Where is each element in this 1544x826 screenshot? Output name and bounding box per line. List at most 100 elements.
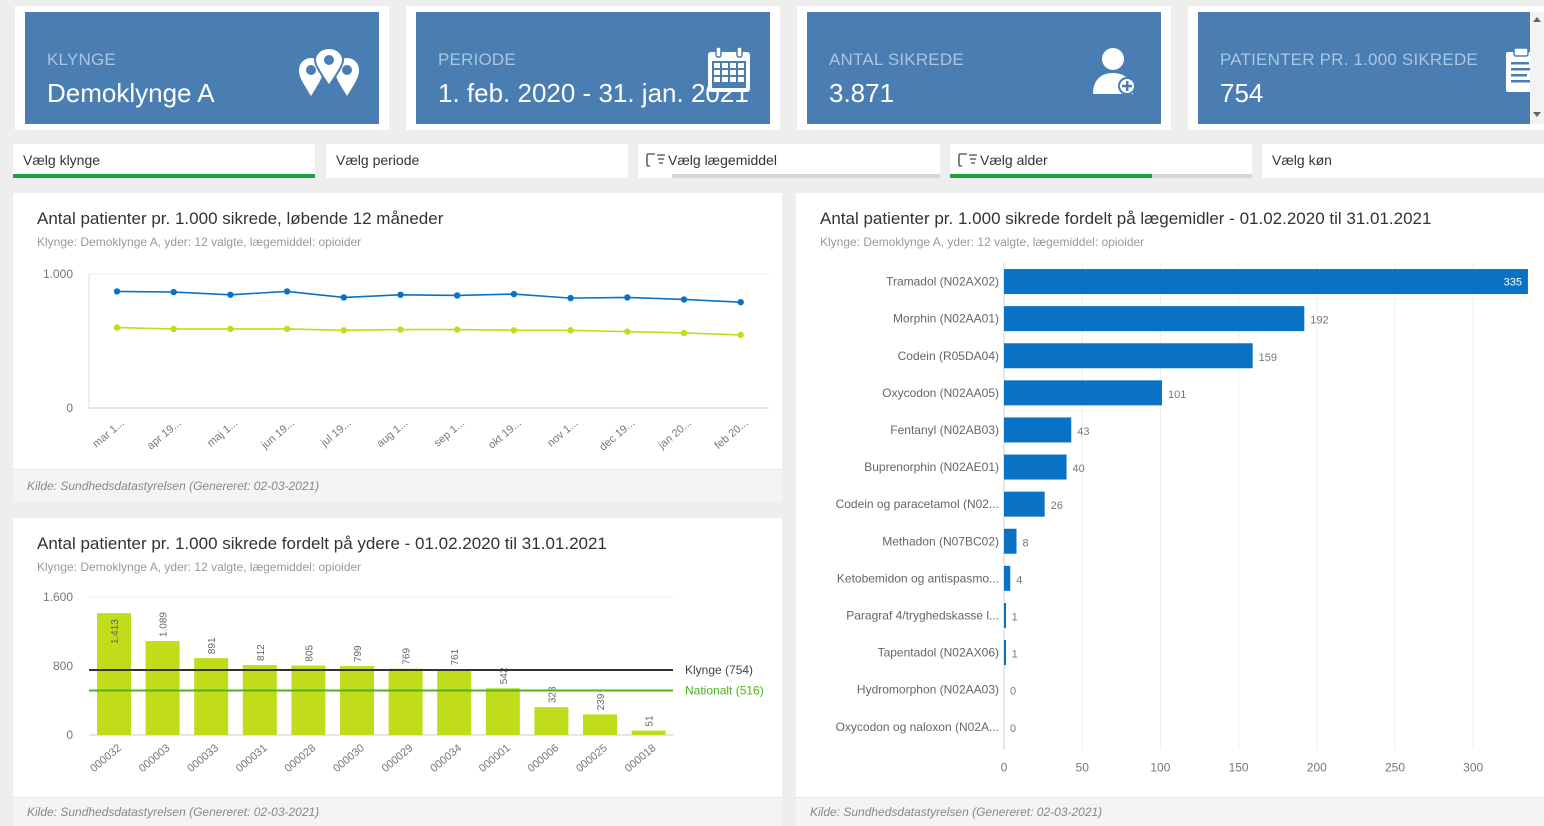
bar: [1004, 343, 1253, 369]
line-chart: 1.000 0 mar 1... apr 19... maj 1... jun 19...…: [43, 267, 769, 453]
map-pins-icon: [297, 47, 361, 105]
bar: [583, 714, 617, 735]
x-tick-label: 0: [1001, 760, 1008, 774]
source-note: Kilde: Sundhedsdatastyrelsen (Genereret:…: [27, 805, 320, 819]
filter-koen[interactable]: Vælg køn: [1262, 144, 1544, 178]
data-point: [737, 298, 744, 306]
kpi-card-patienter: PATIENTER PR. 1.000 SIKREDE 754: [1188, 6, 1544, 130]
bar: [242, 664, 277, 735]
bar: [1004, 602, 1006, 628]
filter-alder[interactable]: Vælg alder: [950, 144, 1252, 178]
drug-bar-chart: 05010015020025030035Tramadol (N02AX02)33…: [836, 263, 1528, 774]
bar: [534, 707, 569, 735]
panel-footer: Kilde: Sundhedsdatastyrelsen (Genereret:…: [796, 797, 1544, 826]
category-label: Codein og paracetamol (N02...: [836, 497, 999, 511]
source-note: Kilde: Sundhedsdatastyrelsen (Genereret:…: [27, 479, 320, 493]
kpi-tile[interactable]: ANTAL SIKREDE 3.871: [807, 12, 1161, 124]
kpi-card-antal-sikrede: ANTAL SIKREDE 3.871: [797, 6, 1171, 130]
bar-value-label: 4: [1016, 574, 1022, 586]
kpi-value: 754: [1220, 78, 1264, 108]
x-tick-label: 200: [1307, 760, 1327, 774]
data-point: [397, 326, 404, 333]
bar-value-label: 891: [207, 637, 218, 654]
data-point: [113, 288, 121, 295]
filter-klynge[interactable]: Vælg klynge: [13, 144, 315, 178]
data-point: [624, 294, 631, 301]
bar-value-label: 159: [1259, 352, 1277, 364]
filter-icon: [958, 152, 978, 171]
filter-label: Vælg lægemiddel: [668, 152, 777, 168]
data-point: [567, 294, 574, 302]
x-tick-label: sep 1...: [432, 417, 467, 449]
category-label: Oxycodon og naloxon (N02A...: [836, 720, 999, 734]
kpi-value: Demoklynge A: [47, 78, 215, 108]
calendar-icon: [706, 46, 752, 99]
x-tick-label: 100: [1150, 760, 1170, 774]
kpi-label: PATIENTER PR. 1.000 SIKREDE: [1220, 50, 1478, 69]
filter-progress-fill: [950, 174, 1152, 178]
bar: [1004, 640, 1006, 666]
data-point: [340, 294, 347, 301]
bar-value-label: 0: [1010, 723, 1016, 735]
bar: [145, 641, 180, 735]
data-point: [340, 327, 347, 334]
bar: [1004, 269, 1528, 295]
x-tick-label: 150: [1229, 760, 1249, 774]
filter-laegemiddel[interactable]: Vælg lægemiddel: [638, 144, 940, 178]
reference-line-label: Nationalt (516): [685, 683, 764, 697]
bar: [485, 688, 520, 735]
bar: [1004, 380, 1162, 406]
bar: [340, 666, 374, 735]
panel-footer: Kilde: Sundhedsdatastyrelsen (Genereret:…: [13, 797, 782, 826]
category-label: Ketobemidon og antispasmo...: [837, 571, 999, 585]
data-point: [567, 327, 574, 334]
data-point: [510, 290, 518, 298]
category-label: Buprenorphin (N02AE01): [864, 460, 999, 474]
data-point: [170, 325, 177, 333]
bar: [1004, 491, 1045, 517]
filter-progress: [13, 174, 315, 178]
bar-value-label: 1: [1012, 611, 1018, 623]
category-label: Oxycodon (N02AA05): [882, 386, 999, 400]
bar-value-label: 323: [547, 686, 558, 703]
scrollbar[interactable]: [1530, 12, 1544, 124]
x-tick-label: 000003: [137, 742, 173, 775]
x-tick-label: 50: [1076, 760, 1090, 774]
kpi-tile[interactable]: PATIENTER PR. 1.000 SIKREDE 754: [1198, 12, 1544, 124]
kpi-label: KLYNGE: [47, 50, 116, 69]
kpi-tile[interactable]: KLYNGE Demoklynge A: [25, 12, 379, 124]
filter-periode[interactable]: Vælg periode: [326, 144, 628, 178]
x-tick-label: 000030: [331, 742, 367, 775]
x-tick-label: dec 19...: [597, 417, 637, 453]
category-label: Methadon (N07BC02): [882, 534, 999, 548]
y-tick-label: 1.600: [43, 590, 73, 604]
bar-value-label: 805: [304, 644, 315, 661]
series-line: [116, 326, 741, 336]
reference-line-label: Klynge (754): [685, 663, 753, 677]
bar-value-label: 812: [256, 644, 267, 661]
x-tick-label: maj 1...: [205, 417, 240, 449]
x-tick-label: aug 1...: [375, 417, 411, 450]
x-tick-label: 000029: [380, 742, 416, 775]
bar: [1004, 528, 1017, 554]
category-label: Tramadol (N02AX02): [886, 275, 999, 289]
x-tick-label: jun 19...: [259, 417, 297, 452]
kpi-label: ANTAL SIKREDE: [829, 50, 964, 69]
line-chart-panel: Antal patienter pr. 1.000 sikrede, løben…: [13, 193, 782, 502]
bar-value-label: 761: [450, 648, 461, 665]
bar-value-label: 101: [1168, 389, 1186, 401]
x-tick-label: 000031: [234, 742, 270, 775]
x-tick-label: 300: [1463, 760, 1483, 774]
panel-title: Antal patienter pr. 1.000 sikrede fordel…: [37, 534, 607, 553]
bar: [437, 669, 472, 735]
user-plus-icon: [1091, 46, 1139, 101]
y-tick-label: 0: [66, 401, 73, 415]
bar-value-label: 239: [596, 693, 607, 710]
y-tick-label: 1.000: [43, 267, 73, 281]
bar: [1004, 565, 1011, 591]
data-point: [170, 288, 177, 296]
category-label: Paragraf 4/tryghedskasse l...: [846, 608, 999, 622]
y-tick-label: 800: [53, 659, 73, 673]
kpi-tile[interactable]: PERIODE 1. feb. 2020 - 31. jan. 2021: [416, 12, 770, 124]
category-label: Codein (R05DA04): [898, 349, 999, 363]
